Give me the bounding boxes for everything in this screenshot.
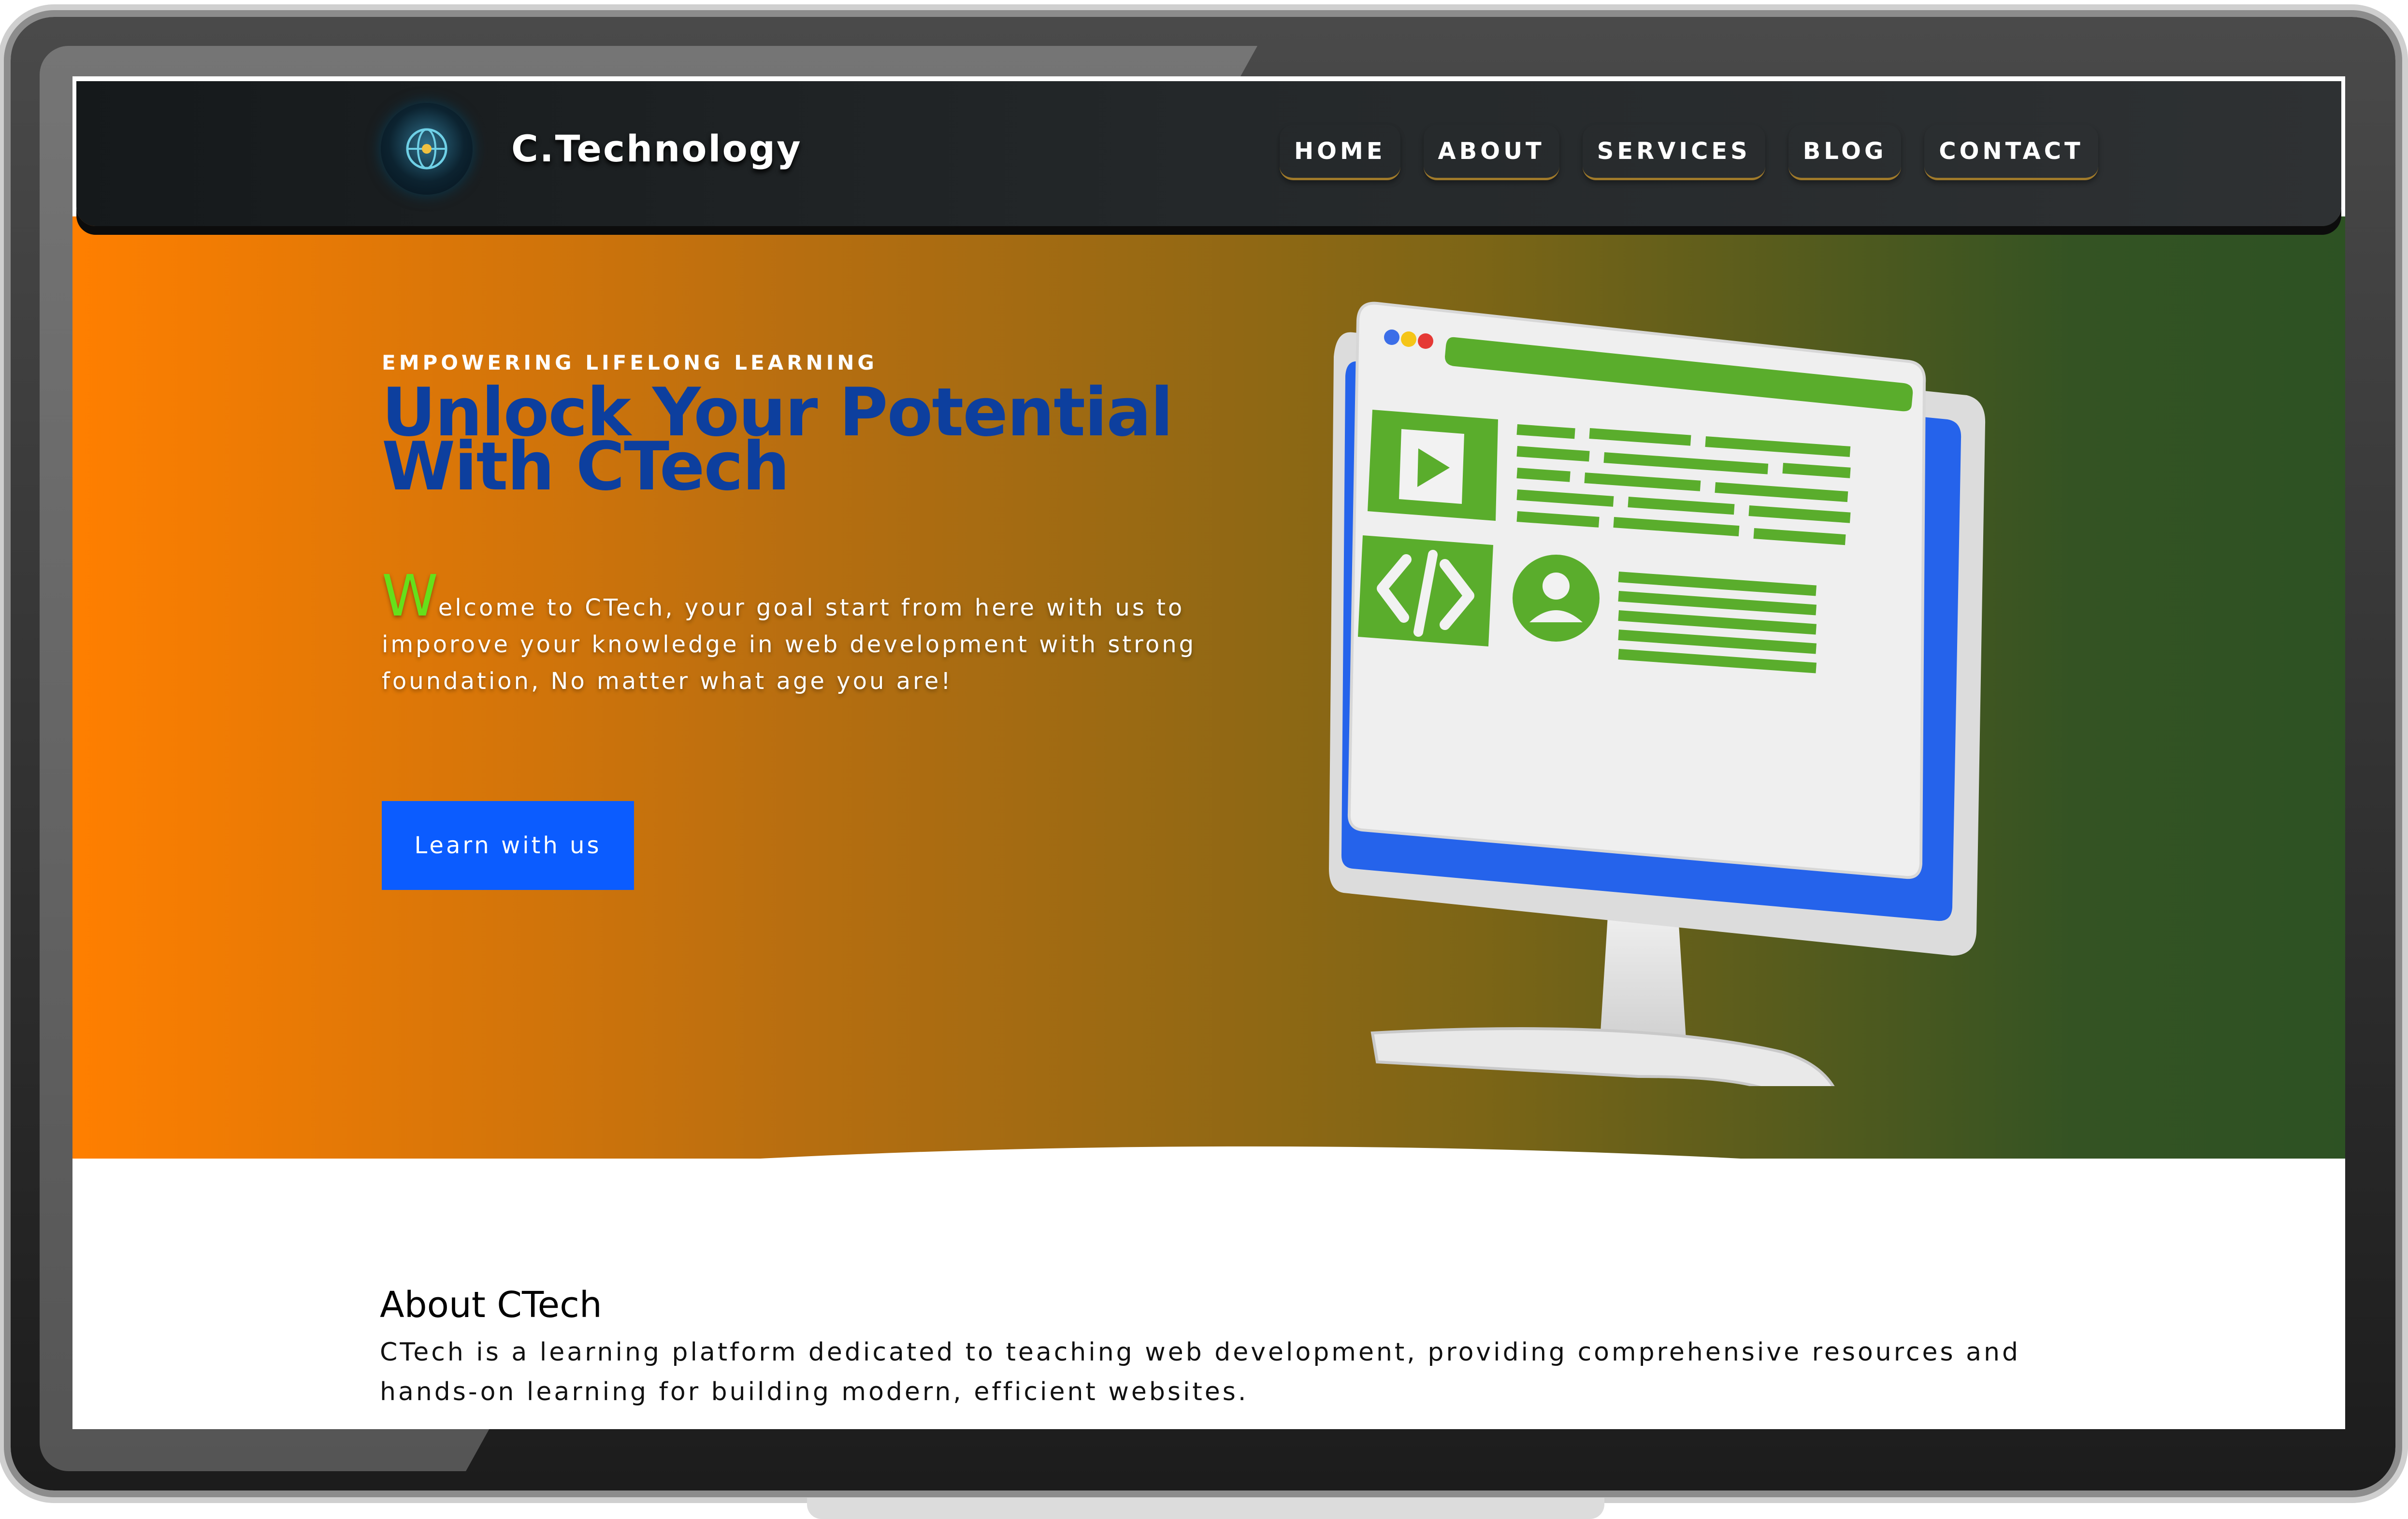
hero-headline-line2: With CTech [382, 428, 790, 505]
top-navbar: C.Technology HOME ABOUT SERVICES BLOG CO… [76, 81, 2341, 226]
nav-home[interactable]: HOME [1280, 125, 1400, 180]
globe-emblem-icon [406, 128, 447, 170]
about-text: CTech is a learning platform dedicated t… [380, 1338, 2020, 1406]
logo-icon[interactable] [381, 103, 473, 195]
hero-curve [72, 1146, 2345, 1279]
web-development-monitor-icon [1329, 301, 1986, 1086]
intro-text: elcome to CTech, your goal start from he… [382, 594, 1197, 695]
nav-blog[interactable]: BLOG [1788, 125, 1902, 180]
intro-dropcap: W [382, 562, 438, 629]
nav-about[interactable]: ABOUT [1423, 125, 1559, 180]
hero-eyebrow: EMPOWERING LIFELONG LEARNING [382, 351, 878, 374]
about-title: About CTech [380, 1284, 602, 1326]
hero-intro: Welcome to CTech, your goal start from h… [382, 567, 1213, 700]
nav-services[interactable]: SERVICES [1582, 125, 1765, 180]
hero-headline: Unlock Your Potential With CTech [382, 379, 1203, 500]
nav-contact[interactable]: CONTACT [1924, 125, 2098, 180]
monitor-stand [807, 1498, 1604, 1519]
learn-with-us-button[interactable]: Learn with us [382, 801, 634, 890]
brand-name[interactable]: C.Technology [511, 127, 802, 170]
screen: C.Technology HOME ABOUT SERVICES BLOG CO… [72, 76, 2345, 1429]
nav-menu: HOME ABOUT SERVICES BLOG CONTACT [1280, 125, 2098, 180]
